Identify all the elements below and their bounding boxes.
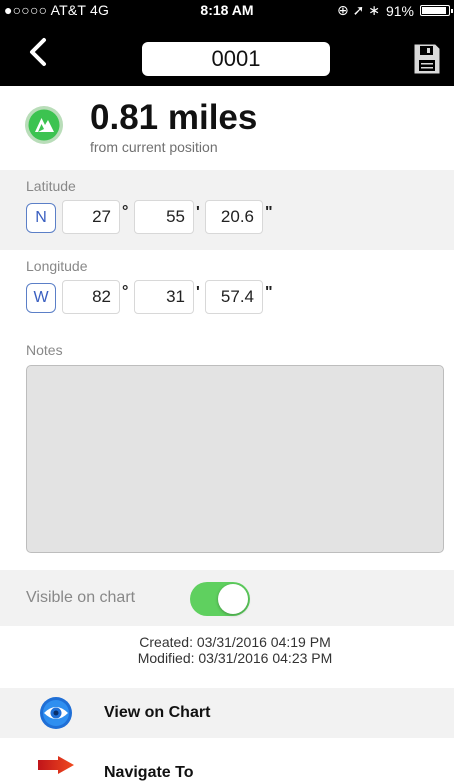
status-right: ⊕ ➚ ∗ 91% [336, 2, 453, 19]
minute-symbol: ' [196, 284, 200, 301]
longitude-section: Longitude W 82 ° 31 ' 57.4 " [0, 250, 454, 330]
battery-percent: 91% [385, 2, 414, 19]
distance-value: 0.81 miles [90, 98, 258, 137]
notes-textarea[interactable] [26, 365, 444, 553]
status-icons: ⊕ ➚ ∗ [336, 2, 380, 18]
latitude-label: Latitude [26, 178, 76, 194]
battery-icon [420, 5, 453, 16]
eye-icon [40, 697, 72, 729]
view-on-chart-label: View on Chart [104, 704, 211, 721]
degree-symbol: ° [122, 283, 129, 300]
longitude-seconds-field[interactable]: 57.4 [205, 280, 263, 314]
floppy-disk-icon [414, 44, 440, 74]
back-button[interactable] [24, 34, 54, 70]
position-marker-icon [25, 106, 63, 144]
arrow-right-icon [38, 756, 74, 774]
latitude-degrees-field[interactable]: 27 [62, 200, 120, 234]
nav-bar: 0001 [0, 20, 454, 86]
status-bar: ●○○○○ AT&T 4G 8:18 AM ⊕ ➚ ∗ 91% [0, 0, 454, 20]
second-symbol: " [265, 204, 273, 221]
visible-on-chart-toggle[interactable] [190, 582, 250, 616]
distance-subtitle: from current position [90, 139, 218, 155]
longitude-minutes-field[interactable]: 31 [134, 280, 194, 314]
visible-on-chart-label: Visible on chart [26, 589, 136, 606]
degree-symbol: ° [122, 203, 129, 220]
chevron-left-icon [30, 38, 46, 66]
view-on-chart-button[interactable]: View on Chart [0, 688, 454, 738]
visible-on-chart-row: Visible on chart [0, 570, 454, 626]
minute-symbol: ' [196, 204, 200, 221]
toggle-knob [218, 584, 248, 614]
longitude-degrees-field[interactable]: 82 [62, 280, 120, 314]
latitude-hemisphere-button[interactable]: N [26, 203, 56, 233]
modified-date: Modified: 03/31/2016 04:23 PM [137, 650, 333, 666]
latitude-minutes-field[interactable]: 55 [134, 200, 194, 234]
created-date: Created: 03/31/2016 04:19 PM [139, 634, 331, 650]
latitude-seconds-field[interactable]: 20.6 [205, 200, 263, 234]
navigate-to-label: Navigate To [104, 764, 194, 781]
longitude-label: Longitude [26, 258, 88, 274]
navigate-to-button[interactable]: Navigate To [0, 744, 454, 781]
second-symbol: " [265, 284, 273, 301]
distance-panel: 0.81 miles from current position [0, 86, 454, 170]
longitude-hemisphere-button[interactable]: W [26, 283, 56, 313]
timestamps: Created: 03/31/2016 04:19 PM Modified: 0… [0, 634, 454, 666]
waypoint-name-field[interactable]: 0001 [142, 42, 330, 76]
latitude-section: Latitude N 27 ° 55 ' 20.6 " [0, 170, 454, 250]
notes-section: Notes [0, 330, 454, 570]
save-button[interactable] [414, 44, 440, 74]
notes-label: Notes [26, 342, 63, 358]
